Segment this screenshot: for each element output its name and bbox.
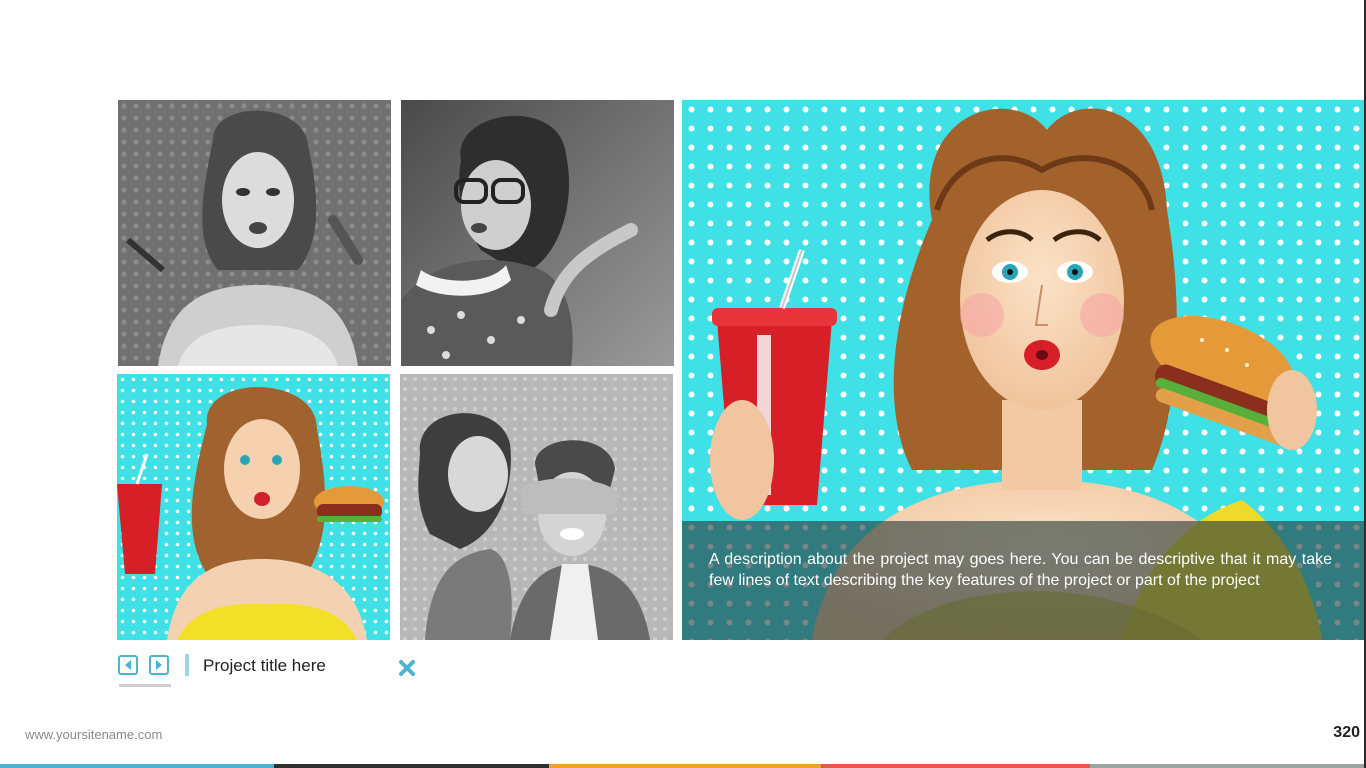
arrow-left-icon (125, 660, 131, 670)
slide: A description about the project may goes… (0, 0, 1366, 768)
gallery-controls: Project title here (117, 654, 437, 690)
next-button[interactable] (149, 655, 169, 675)
strip-segment-gray (1090, 764, 1366, 768)
page-number: 320 (1333, 724, 1360, 741)
nav-underline (119, 684, 171, 687)
site-url[interactable]: www.yoursitename.com (25, 727, 162, 742)
thumb-couple-image (400, 374, 673, 640)
thumb-woman-mascara-image (118, 100, 391, 366)
thumb-woman-soda-burger[interactable] (117, 374, 390, 640)
arrow-right-icon (156, 660, 162, 670)
strip-segment-dark (274, 764, 549, 768)
thumb-woman-soda-burger-image (117, 374, 390, 640)
feature-image-panel: A description about the project may goes… (682, 100, 1364, 640)
thumb-woman-mascara[interactable] (118, 100, 391, 366)
project-description: A description about the project may goes… (682, 521, 1364, 640)
thumb-couple-eyes-covered[interactable] (400, 374, 673, 640)
strip-segment-red (821, 764, 1090, 768)
previous-button[interactable] (118, 655, 138, 675)
strip-segment-blue (0, 764, 274, 768)
close-button[interactable] (397, 658, 417, 678)
close-icon (399, 660, 415, 676)
thumb-woman-glasses-image (401, 100, 674, 366)
footer-color-strip (0, 764, 1366, 768)
strip-segment-orange (549, 764, 821, 768)
title-accent-bar (185, 654, 189, 676)
project-title: Project title here (203, 656, 326, 675)
thumb-woman-glasses-pointing[interactable] (401, 100, 674, 366)
